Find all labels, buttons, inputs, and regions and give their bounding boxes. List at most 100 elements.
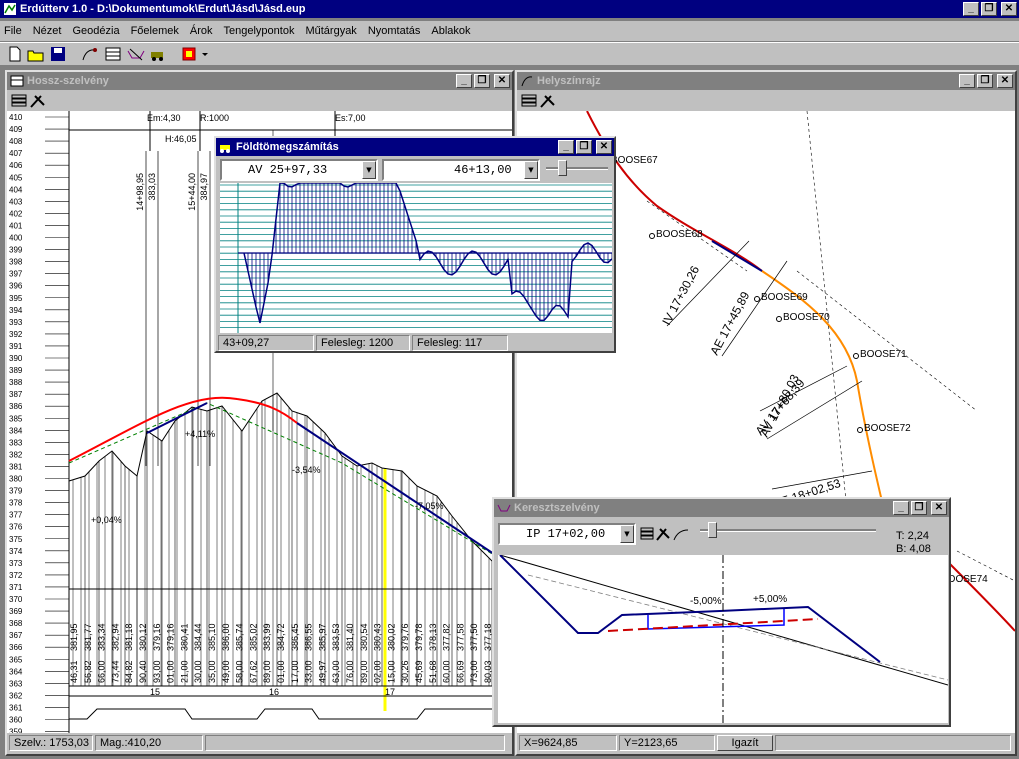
dashed-boundary xyxy=(796,270,978,412)
y-tick-label: 408 xyxy=(9,137,23,146)
y-tick-label: 391 xyxy=(9,342,23,351)
end-combo-arrow-icon[interactable]: ▼ xyxy=(524,161,538,179)
end-station-combo[interactable]: 46+13,00 ▼ xyxy=(382,159,540,181)
y-tick-label: 396 xyxy=(9,282,23,291)
hossz-maximize-button[interactable]: ❐ xyxy=(474,74,490,88)
survey-point-label: BOOSE68 xyxy=(656,229,703,240)
station-label: 30,26 xyxy=(400,660,410,683)
helyszin-status-bar: X=9624,85 Y=2123,65 Igazít xyxy=(517,733,1015,753)
y-tick-label: 370 xyxy=(9,595,23,604)
alignment-icon[interactable] xyxy=(80,46,98,62)
y-tick-label: 371 xyxy=(9,583,23,592)
minimize-button[interactable]: _ xyxy=(963,2,979,16)
start-station-value: AV 25+97,33 xyxy=(248,163,328,177)
vertical-curve xyxy=(68,396,298,462)
kereszt-close-button[interactable]: ✕ xyxy=(931,501,947,515)
station-label: 46,31 xyxy=(69,660,79,683)
elevation-label: 379,78 xyxy=(414,623,424,651)
helyszin-title: Helyszínrajz xyxy=(537,75,601,87)
hossz-title: Hossz-szelvény xyxy=(27,75,109,87)
cross-section-icon[interactable] xyxy=(127,46,145,62)
hossz-minimize-button[interactable]: _ xyxy=(456,74,472,88)
elevation-label: 379,16 xyxy=(166,623,176,651)
y-tick-label: 382 xyxy=(9,450,23,459)
helyszin-layers-tools-icon[interactable] xyxy=(521,93,557,109)
kereszt-slider-thumb[interactable] xyxy=(708,522,717,538)
foldtomeg-slider-track[interactable] xyxy=(546,167,608,170)
station-label: 01,00 xyxy=(276,660,286,683)
open-folder-icon[interactable] xyxy=(27,46,45,62)
helyszin-minimize-button[interactable]: _ xyxy=(959,74,975,88)
start-combo-arrow-icon[interactable]: ▼ xyxy=(362,161,376,179)
elevation-label: 380,12 xyxy=(138,623,148,651)
y-tick-label: 381 xyxy=(9,462,23,471)
survey-point xyxy=(649,233,655,239)
profile-window-icon xyxy=(10,75,24,87)
cross-combo-arrow-icon[interactable]: ▼ xyxy=(620,525,634,543)
y-tick-label: 385 xyxy=(9,414,23,423)
igazit-button[interactable]: Igazít xyxy=(717,735,773,751)
vertical-station-label: 383,03 xyxy=(147,173,157,201)
elevation-label: 384,72 xyxy=(276,623,286,651)
survey-point xyxy=(857,427,863,433)
cross-layers-tools-icon[interactable] xyxy=(640,526,694,542)
restore-button[interactable]: ❐ xyxy=(981,2,997,16)
menu-arok[interactable]: Árok xyxy=(190,25,213,37)
profile-icon[interactable] xyxy=(104,46,122,62)
kereszt-maximize-button[interactable]: ❐ xyxy=(911,501,927,515)
menu-nezet[interactable]: Nézet xyxy=(33,25,62,37)
app-icon xyxy=(4,3,16,15)
kereszt-slider-track[interactable] xyxy=(700,529,876,532)
elevation-label: 386,00 xyxy=(221,623,231,651)
menu-mutargyak[interactable]: Műtárgyak xyxy=(305,25,356,37)
close-button[interactable]: ✕ xyxy=(1001,2,1017,16)
foldtomeg-slider-thumb[interactable] xyxy=(558,160,567,176)
elevation-label: 385,74 xyxy=(235,623,245,651)
slope-label-left: -5,00% xyxy=(690,596,722,607)
y-tick-label: 380 xyxy=(9,475,23,484)
elevation-label: 383,99 xyxy=(262,623,272,651)
km-label: 17 xyxy=(385,687,395,697)
survey-point-label: BOOSE72 xyxy=(864,423,911,434)
settings-icon[interactable] xyxy=(180,46,198,62)
foldtomeg-close-button[interactable]: ✕ xyxy=(596,140,612,154)
menu-nyomtatas[interactable]: Nyomtatás xyxy=(368,25,421,37)
tangent-point-label: AE 17+45,89 xyxy=(707,289,752,357)
menu-file[interactable]: File xyxy=(4,25,22,37)
end-station-value: 46+13,00 xyxy=(454,163,512,177)
helyszin-maximize-button[interactable]: ❐ xyxy=(977,74,993,88)
kereszt-minimize-button[interactable]: _ xyxy=(893,501,909,515)
foldtomeg-minimize-button[interactable]: _ xyxy=(558,140,574,154)
station-label: 35,00 xyxy=(207,660,217,683)
start-station-combo[interactable]: AV 25+97,33 ▼ xyxy=(220,159,378,181)
elevation-label: 379,76 xyxy=(400,623,410,651)
foldtomeg-maximize-button[interactable]: ❐ xyxy=(576,140,592,154)
save-icon[interactable] xyxy=(49,46,67,62)
header-label-es: Es:7,00 xyxy=(335,113,366,123)
y-tick-label: 397 xyxy=(9,270,23,279)
y-tick-label: 367 xyxy=(9,631,23,640)
station-label: 89,00 xyxy=(359,660,369,683)
station-label: 73,00 xyxy=(469,660,479,683)
station-label: 51,68 xyxy=(428,660,438,683)
hossz-close-button[interactable]: ✕ xyxy=(494,74,510,88)
y-tick-label: 387 xyxy=(9,390,23,399)
foldtomeg-title: Földtömegszámítás xyxy=(236,141,339,153)
survey-point-label: BOOSE71 xyxy=(860,349,907,360)
new-file-icon[interactable] xyxy=(6,46,24,62)
layers-tools-icon[interactable] xyxy=(11,93,47,109)
menu-geodezia[interactable]: Geodézia xyxy=(72,25,119,37)
menu-foelemek[interactable]: Főelemek xyxy=(131,25,179,37)
cross-section-station-combo[interactable]: IP 17+02,00 ▼ xyxy=(498,523,636,545)
menu-tengelypontok[interactable]: Tengelypontok xyxy=(224,25,295,37)
helyszin-close-button[interactable]: ✕ xyxy=(997,74,1013,88)
alignment-tangent xyxy=(711,240,763,272)
earthwork-icon[interactable] xyxy=(149,46,167,62)
y-tick-label: 374 xyxy=(9,547,23,556)
y-tick-label: 368 xyxy=(9,619,23,628)
dropdown-arrow-icon[interactable] xyxy=(200,46,210,62)
station-label: 02,00 xyxy=(373,660,383,683)
cross-section-station-value: IP 17+02,00 xyxy=(526,527,606,541)
menu-ablakok[interactable]: Ablakok xyxy=(431,25,470,37)
station-label: 21,00 xyxy=(179,660,189,683)
